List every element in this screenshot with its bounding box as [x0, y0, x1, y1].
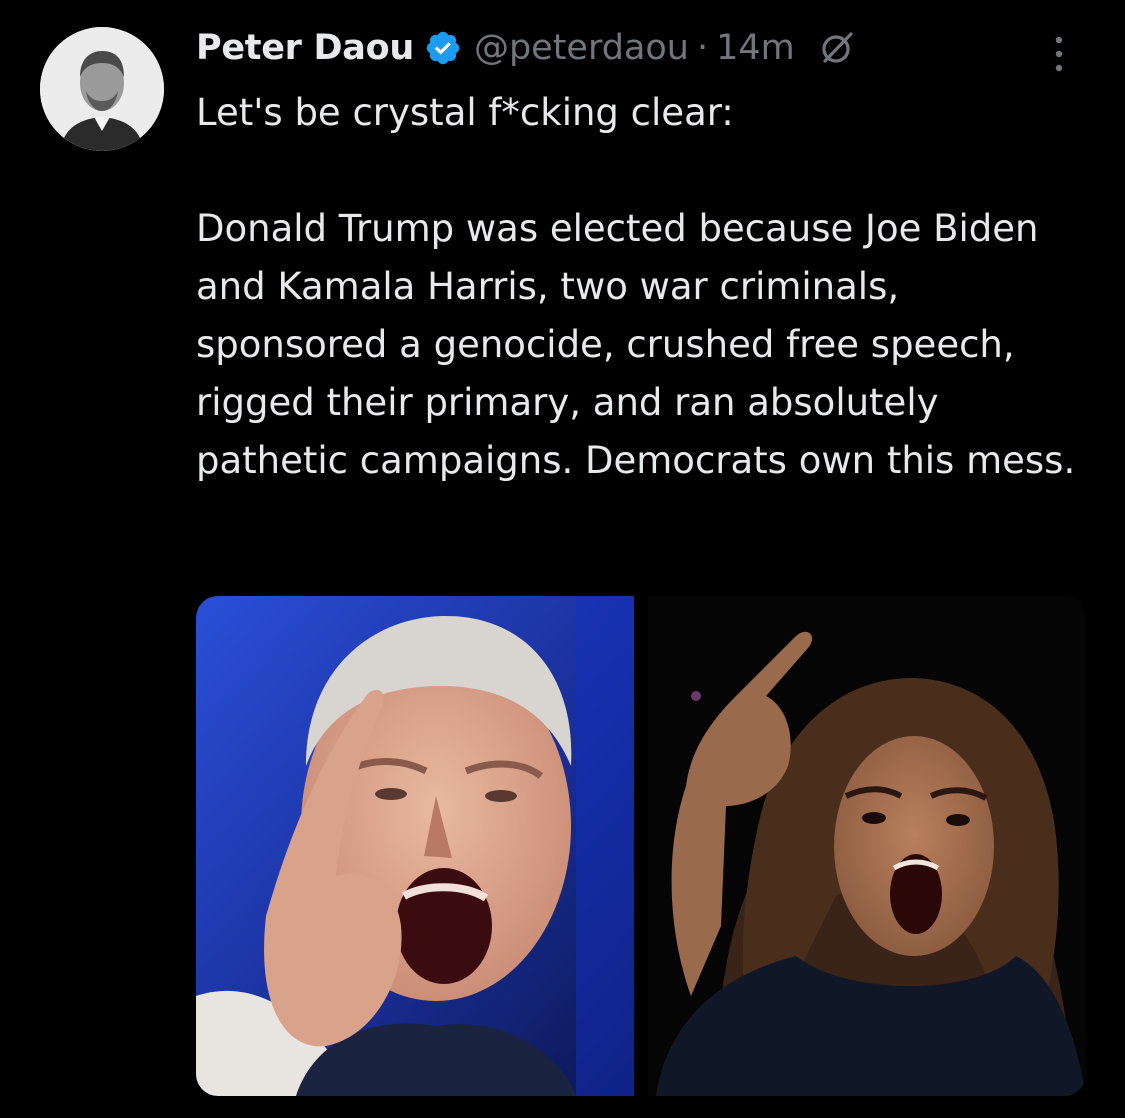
tweet[interactable]: Peter Daou @peterdaou · 14m Let's be cry… [0, 0, 1125, 1118]
verified-badge-icon[interactable] [424, 29, 462, 67]
avatar-photo-icon [40, 27, 164, 151]
timestamp[interactable]: 14m [716, 28, 795, 68]
more-options-icon[interactable] [1052, 34, 1066, 74]
tweet-media[interactable] [196, 596, 1086, 1096]
author-handle[interactable]: @peterdaou [474, 28, 689, 68]
tweet-text: Let's be crystal f*cking clear: Donald T… [196, 84, 1096, 490]
separator-dot: · [697, 28, 709, 68]
tweet-text-opening: Let's be crystal f*cking clear: [196, 91, 734, 134]
tweet-header: Peter Daou @peterdaou · 14m [196, 22, 855, 74]
photo-left-man-pointing-icon [196, 596, 634, 1096]
author-avatar[interactable] [40, 27, 164, 151]
tweet-text-body: Donald Trump was elected because Joe Bid… [196, 207, 1076, 482]
author-display-name[interactable]: Peter Daou [196, 28, 414, 68]
grok-icon[interactable] [819, 30, 855, 66]
photo-right-woman-pointing-icon [648, 596, 1086, 1096]
